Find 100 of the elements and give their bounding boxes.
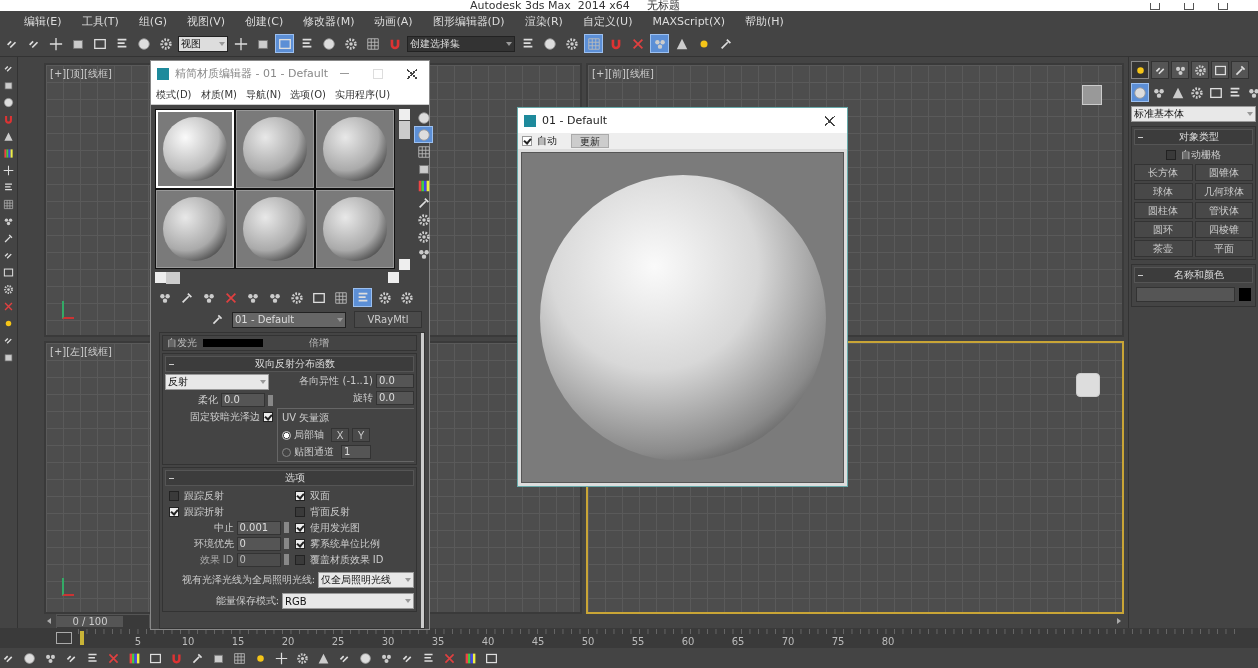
- sphere-icon[interactable]: [23, 651, 36, 665]
- gear-icon[interactable]: [3, 284, 14, 295]
- menu-item[interactable]: 视图(V): [186, 13, 226, 29]
- object-button[interactable]: 球体: [1134, 183, 1193, 200]
- move-arrows-icon[interactable]: [275, 651, 288, 665]
- menu-item[interactable]: 导航(N): [245, 88, 282, 102]
- horizontal-scrollbar[interactable]: [155, 272, 399, 284]
- material-slot[interactable]: [156, 190, 234, 268]
- viewport-label[interactable]: [+][左][线框]: [50, 344, 112, 359]
- viewport-label[interactable]: [+][顶][线框]: [50, 67, 112, 81]
- axis-button[interactable]: X: [331, 428, 349, 442]
- menu-item[interactable]: 创建(C): [245, 13, 284, 29]
- menu-item[interactable]: 动画(A): [374, 13, 413, 29]
- frame-icon[interactable]: [149, 651, 162, 665]
- rollout-header[interactable]: 名称和颜色: [1134, 267, 1253, 283]
- material-type-button[interactable]: VRayMtl: [354, 311, 422, 328]
- object-button[interactable]: 圆环: [1134, 221, 1193, 238]
- material-slot[interactable]: [236, 110, 314, 188]
- rotation-field[interactable]: 0.0: [376, 391, 414, 405]
- radio-button[interactable]: [282, 430, 291, 440]
- brdf-type-dropdown[interactable]: 反射: [165, 374, 269, 390]
- number-field[interactable]: 0: [236, 536, 281, 551]
- menu-item[interactable]: 材质(M): [200, 88, 237, 102]
- menu-item[interactable]: 自定义(U): [582, 13, 633, 29]
- object-button[interactable]: 圆柱体: [1134, 202, 1193, 219]
- color-swatch[interactable]: [203, 339, 263, 347]
- dots-icon[interactable]: [3, 216, 14, 227]
- maximize-button[interactable]: [1184, 3, 1194, 10]
- sphere-icon[interactable]: [359, 651, 372, 665]
- checkbox[interactable]: [169, 490, 179, 501]
- cone-icon[interactable]: [3, 131, 14, 142]
- checkbox[interactable]: [294, 506, 305, 517]
- material-slot[interactable]: [316, 190, 394, 268]
- menu-item[interactable]: 编辑(E): [24, 13, 62, 29]
- view-cube-icon[interactable]: [1076, 372, 1100, 397]
- close-button[interactable]: [825, 115, 835, 126]
- eyedropper-icon[interactable]: [3, 233, 14, 244]
- number-field[interactable]: 0.001: [236, 520, 281, 535]
- color-bars-icon[interactable]: [3, 148, 14, 159]
- checkbox[interactable]: [294, 554, 305, 565]
- color-bars-icon[interactable]: [128, 651, 141, 665]
- object-button[interactable]: 圆锥体: [1194, 164, 1253, 181]
- object-button[interactable]: 平面: [1194, 240, 1253, 257]
- checkbox[interactable]: [169, 506, 179, 517]
- update-button[interactable]: 更新: [571, 134, 609, 148]
- cone-icon[interactable]: [317, 651, 330, 665]
- object-button[interactable]: 四棱锥: [1194, 221, 1253, 238]
- viewport-label[interactable]: [+][前][线框]: [592, 67, 654, 81]
- panel-tab[interactable]: [1171, 61, 1189, 79]
- color-bars-icon[interactable]: [464, 651, 477, 665]
- menu-item[interactable]: 工具(T): [81, 13, 119, 29]
- color-swatch[interactable]: [1239, 288, 1251, 301]
- spinner-arrows[interactable]: [283, 522, 289, 533]
- energy-mode-dropdown[interactable]: RGB: [282, 593, 414, 609]
- menu-item[interactable]: 帮助(H): [745, 13, 784, 29]
- bars-icon[interactable]: [3, 182, 14, 193]
- soften-field[interactable]: 0.0: [221, 393, 265, 407]
- material-slot[interactable]: [316, 110, 394, 188]
- checkbox[interactable]: [263, 412, 273, 422]
- eyedropper-icon[interactable]: [211, 313, 224, 326]
- rollout-header[interactable]: 对象类型: [1134, 129, 1253, 145]
- selection-set-dropdown[interactable]: 创建选择集: [407, 35, 515, 52]
- frame-icon[interactable]: [3, 267, 14, 278]
- checkbox[interactable]: [294, 538, 305, 549]
- rollout-header[interactable]: 选项: [165, 470, 414, 486]
- scroll-thumb[interactable]: [166, 272, 180, 284]
- menu-item[interactable]: 图形编辑器(D): [432, 13, 505, 29]
- gear-icon[interactable]: [296, 651, 309, 665]
- view-dropdown[interactable]: 视图: [178, 35, 228, 52]
- menu-item[interactable]: 组(G): [138, 13, 167, 29]
- minimize-button[interactable]: [1150, 3, 1160, 10]
- panel-tab[interactable]: [1231, 61, 1249, 79]
- material-name-dropdown[interactable]: 01 - Default: [232, 311, 346, 328]
- scroll-thumb[interactable]: [399, 121, 410, 139]
- bars-icon[interactable]: [86, 651, 99, 665]
- time-slider-thumb[interactable]: 0 / 100: [57, 615, 123, 627]
- sun-icon[interactable]: [3, 318, 14, 329]
- map-channel-field[interactable]: 1: [341, 445, 371, 459]
- timeline-ruler[interactable]: 5 10 15 20 25 30 35 40 45 50 55 60 65 70 75 80: [78, 629, 1238, 647]
- panel-tab[interactable]: [1191, 61, 1209, 79]
- panel-tab[interactable]: [1211, 61, 1229, 79]
- menu-item[interactable]: 修改器(M): [303, 13, 355, 29]
- name-field[interactable]: [1136, 287, 1235, 302]
- menu-item[interactable]: MAXScript(X): [652, 14, 726, 28]
- left-arrow-icon[interactable]: [47, 618, 51, 624]
- spinner-arrows[interactable]: [283, 538, 289, 549]
- close-button[interactable]: [1218, 3, 1228, 10]
- box-icon[interactable]: [3, 80, 14, 91]
- menu-item[interactable]: 选项(O): [290, 88, 326, 102]
- grid-icon[interactable]: [3, 199, 14, 210]
- checkbox[interactable]: [1166, 149, 1176, 160]
- menu-item[interactable]: 渲染(R): [524, 13, 563, 29]
- vertical-scrollbar[interactable]: [421, 333, 424, 628]
- category-dropdown[interactable]: 标准基本体: [1131, 106, 1256, 122]
- sphere-icon[interactable]: [3, 97, 14, 108]
- axis-button[interactable]: Y: [352, 428, 370, 442]
- spinner-arrows[interactable]: [268, 394, 273, 406]
- box-icon[interactable]: [3, 352, 14, 363]
- checkbox[interactable]: [522, 136, 532, 146]
- bars-icon[interactable]: [422, 651, 435, 665]
